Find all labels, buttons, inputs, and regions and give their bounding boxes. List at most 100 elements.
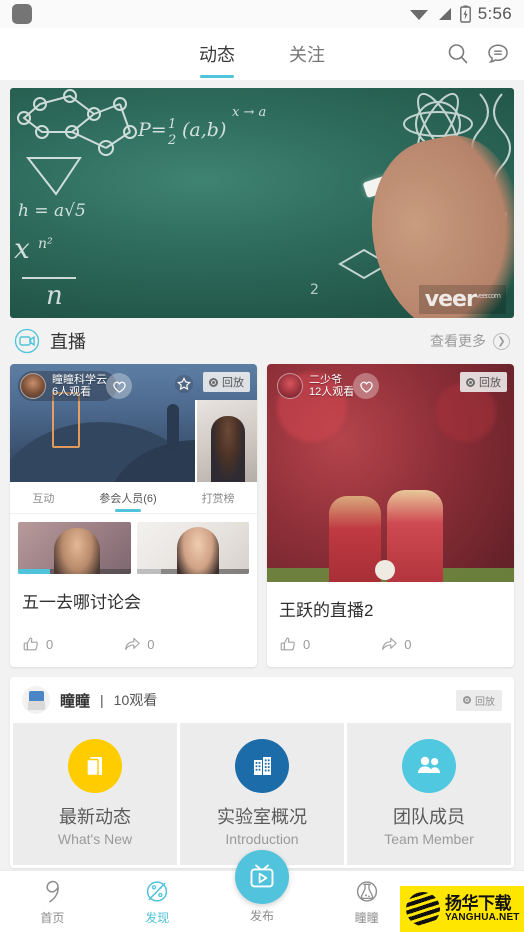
avatar [22, 686, 50, 714]
watermark-cn: 扬华下载 [445, 893, 511, 913]
heart-icon[interactable] [106, 373, 132, 399]
message-icon[interactable] [486, 42, 510, 66]
watermark-en: YANGHUA.NET [445, 911, 520, 923]
tab-dongtai[interactable]: 动态 [195, 28, 239, 80]
svg-text:P=: P= [137, 119, 167, 141]
live-card-title: 王跃的直播2 [279, 601, 374, 620]
share-icon [382, 637, 398, 650]
replay-badge-label: 回放 [222, 377, 244, 389]
app-icon [12, 4, 32, 24]
live-card-media[interactable]: 瞳瞳科学云 6人观看 回放 [10, 364, 257, 482]
feature-tile-whats-new[interactable]: 最新动态 What's New [13, 723, 177, 865]
veer-watermark: veerveer.com [418, 285, 506, 314]
feature-tile-introduction[interactable]: 实验室概况 Introduction [180, 723, 344, 865]
host-info: 二少爷 12人观看 [275, 371, 364, 401]
publish-icon [250, 864, 274, 888]
card-tab-rewards[interactable]: 打赏榜 [202, 482, 235, 513]
share-button[interactable]: 0 [123, 635, 154, 653]
like-button[interactable]: 0 [279, 635, 310, 653]
host-name: 二少爷 [309, 373, 342, 386]
site-watermark: 扬华下载 YANGHUA.NET [400, 886, 524, 932]
live-card-title: 五一去哪讨论会 [22, 593, 141, 612]
svg-text:2: 2 [167, 133, 176, 148]
card-tab-rewards-label: 打赏榜 [201, 492, 235, 505]
view-more-label: 查看更多 [430, 333, 486, 349]
nav-item-home[interactable]: 首页 [0, 878, 105, 926]
view-more-button[interactable]: 查看更多 ❯ [430, 331, 510, 351]
book-icon [68, 739, 122, 793]
post-card[interactable]: 瞳瞳 | 10观看 回放 最新动态 What's New 实验室概况 Intro… [10, 677, 514, 868]
progress-bar [18, 569, 131, 574]
top-bar-actions [446, 42, 510, 66]
nav-item-discover[interactable]: 发现 [105, 878, 210, 926]
participant-thumbnails [10, 514, 257, 574]
thumbs-up-icon [280, 637, 295, 651]
replay-badge: 回放 [460, 372, 507, 392]
feature-title-en: What's New [57, 831, 133, 847]
chalkboard-banner[interactable]: P= 1 2 (a,b) x → a h = a√5 x n² n P x² [10, 88, 514, 318]
top-tab-bar: 动态 关注 [0, 28, 524, 80]
battery-icon [459, 5, 471, 23]
share-count: 0 [147, 636, 155, 652]
replay-badge-label: 回放 [475, 696, 495, 708]
like-count: 0 [46, 636, 54, 652]
watermark-text: 扬华下载 YANGHUA.NET [445, 893, 520, 923]
live-section-title: 直播 [50, 332, 86, 352]
watermark-globe-icon [406, 892, 440, 926]
svg-text:n: n [46, 281, 63, 311]
status-bar-left [12, 4, 32, 24]
live-card-media[interactable]: 二少爷 12人观看 回放 [267, 364, 514, 582]
share-button[interactable]: 0 [380, 635, 411, 653]
host-meta: 二少爷 12人观看 [309, 374, 354, 399]
replay-dot-icon [463, 696, 471, 704]
search-icon[interactable] [446, 42, 470, 66]
publish-button[interactable] [235, 850, 289, 904]
svg-text:n²: n² [38, 236, 53, 252]
publish-label: 发布 [249, 909, 275, 923]
thumbs-up-icon [23, 637, 38, 651]
replay-dot-icon [209, 377, 218, 387]
heart-icon[interactable] [353, 373, 379, 399]
svg-text:x: x [14, 232, 30, 265]
building-icon [235, 739, 289, 793]
tab-guanzhu[interactable]: 关注 [285, 28, 329, 80]
svg-text:2: 2 [310, 282, 319, 298]
replay-dot-icon [466, 377, 475, 387]
nav-item-lab-label: 瞳瞳 [354, 911, 379, 925]
participant-thumbnail[interactable] [136, 522, 249, 574]
live-card[interactable]: 瞳瞳科学云 6人观看 回放 互动 参会人员(6) 打赏榜 五一去哪讨论会 0 0 [10, 364, 257, 667]
share-count: 0 [404, 636, 412, 652]
feature-title-en: Team Member [384, 831, 474, 847]
status-bar: 5:56 [0, 0, 524, 28]
card-tab-interaction[interactable]: 互动 [32, 482, 54, 513]
app-screen: 5:56 动态 关注 P= 1 2 (a,b) x → a h = a√5 x … [0, 0, 524, 932]
tab-guanzhu-label: 关注 [289, 45, 325, 65]
card-tab-participants-label: 参会人员(6) [99, 492, 157, 505]
participant-thumbnail[interactable] [18, 522, 131, 574]
media-overlay: 瞳瞳科学云 6人观看 回放 [10, 364, 257, 482]
svg-text:x → a: x → a [232, 105, 266, 120]
card-tab-participants[interactable]: 参会人员(6) [99, 482, 156, 513]
discover-icon [147, 881, 168, 902]
veer-watermark-text: veer [424, 287, 477, 312]
status-bar-right: 5:56 [409, 4, 512, 24]
star-icon[interactable] [173, 373, 195, 395]
tab-dongtai-label: 动态 [199, 45, 235, 65]
signal-icon [438, 8, 451, 20]
card-tabs: 互动 参会人员(6) 打赏榜 [10, 482, 257, 514]
replay-badge: 回放 [456, 689, 502, 711]
replay-badge: 回放 [203, 372, 250, 392]
feature-tile-team-member[interactable]: 团队成员 Team Member [347, 723, 511, 865]
home-icon [46, 880, 60, 903]
like-button[interactable]: 0 [22, 635, 53, 653]
wifi-icon [409, 10, 428, 20]
card-tab-interaction-label: 互动 [32, 492, 55, 505]
live-card[interactable]: 二少爷 12人观看 回放 王跃的直播2 0 0 [267, 364, 514, 667]
live-card-stats: 0 0 [267, 621, 514, 667]
live-video-icon [14, 328, 40, 354]
viewer-count: 12人观看 [309, 386, 355, 398]
people-icon [402, 739, 456, 793]
avatar [277, 373, 303, 399]
status-time: 5:56 [477, 4, 512, 23]
post-author: 瞳瞳 [60, 692, 91, 710]
